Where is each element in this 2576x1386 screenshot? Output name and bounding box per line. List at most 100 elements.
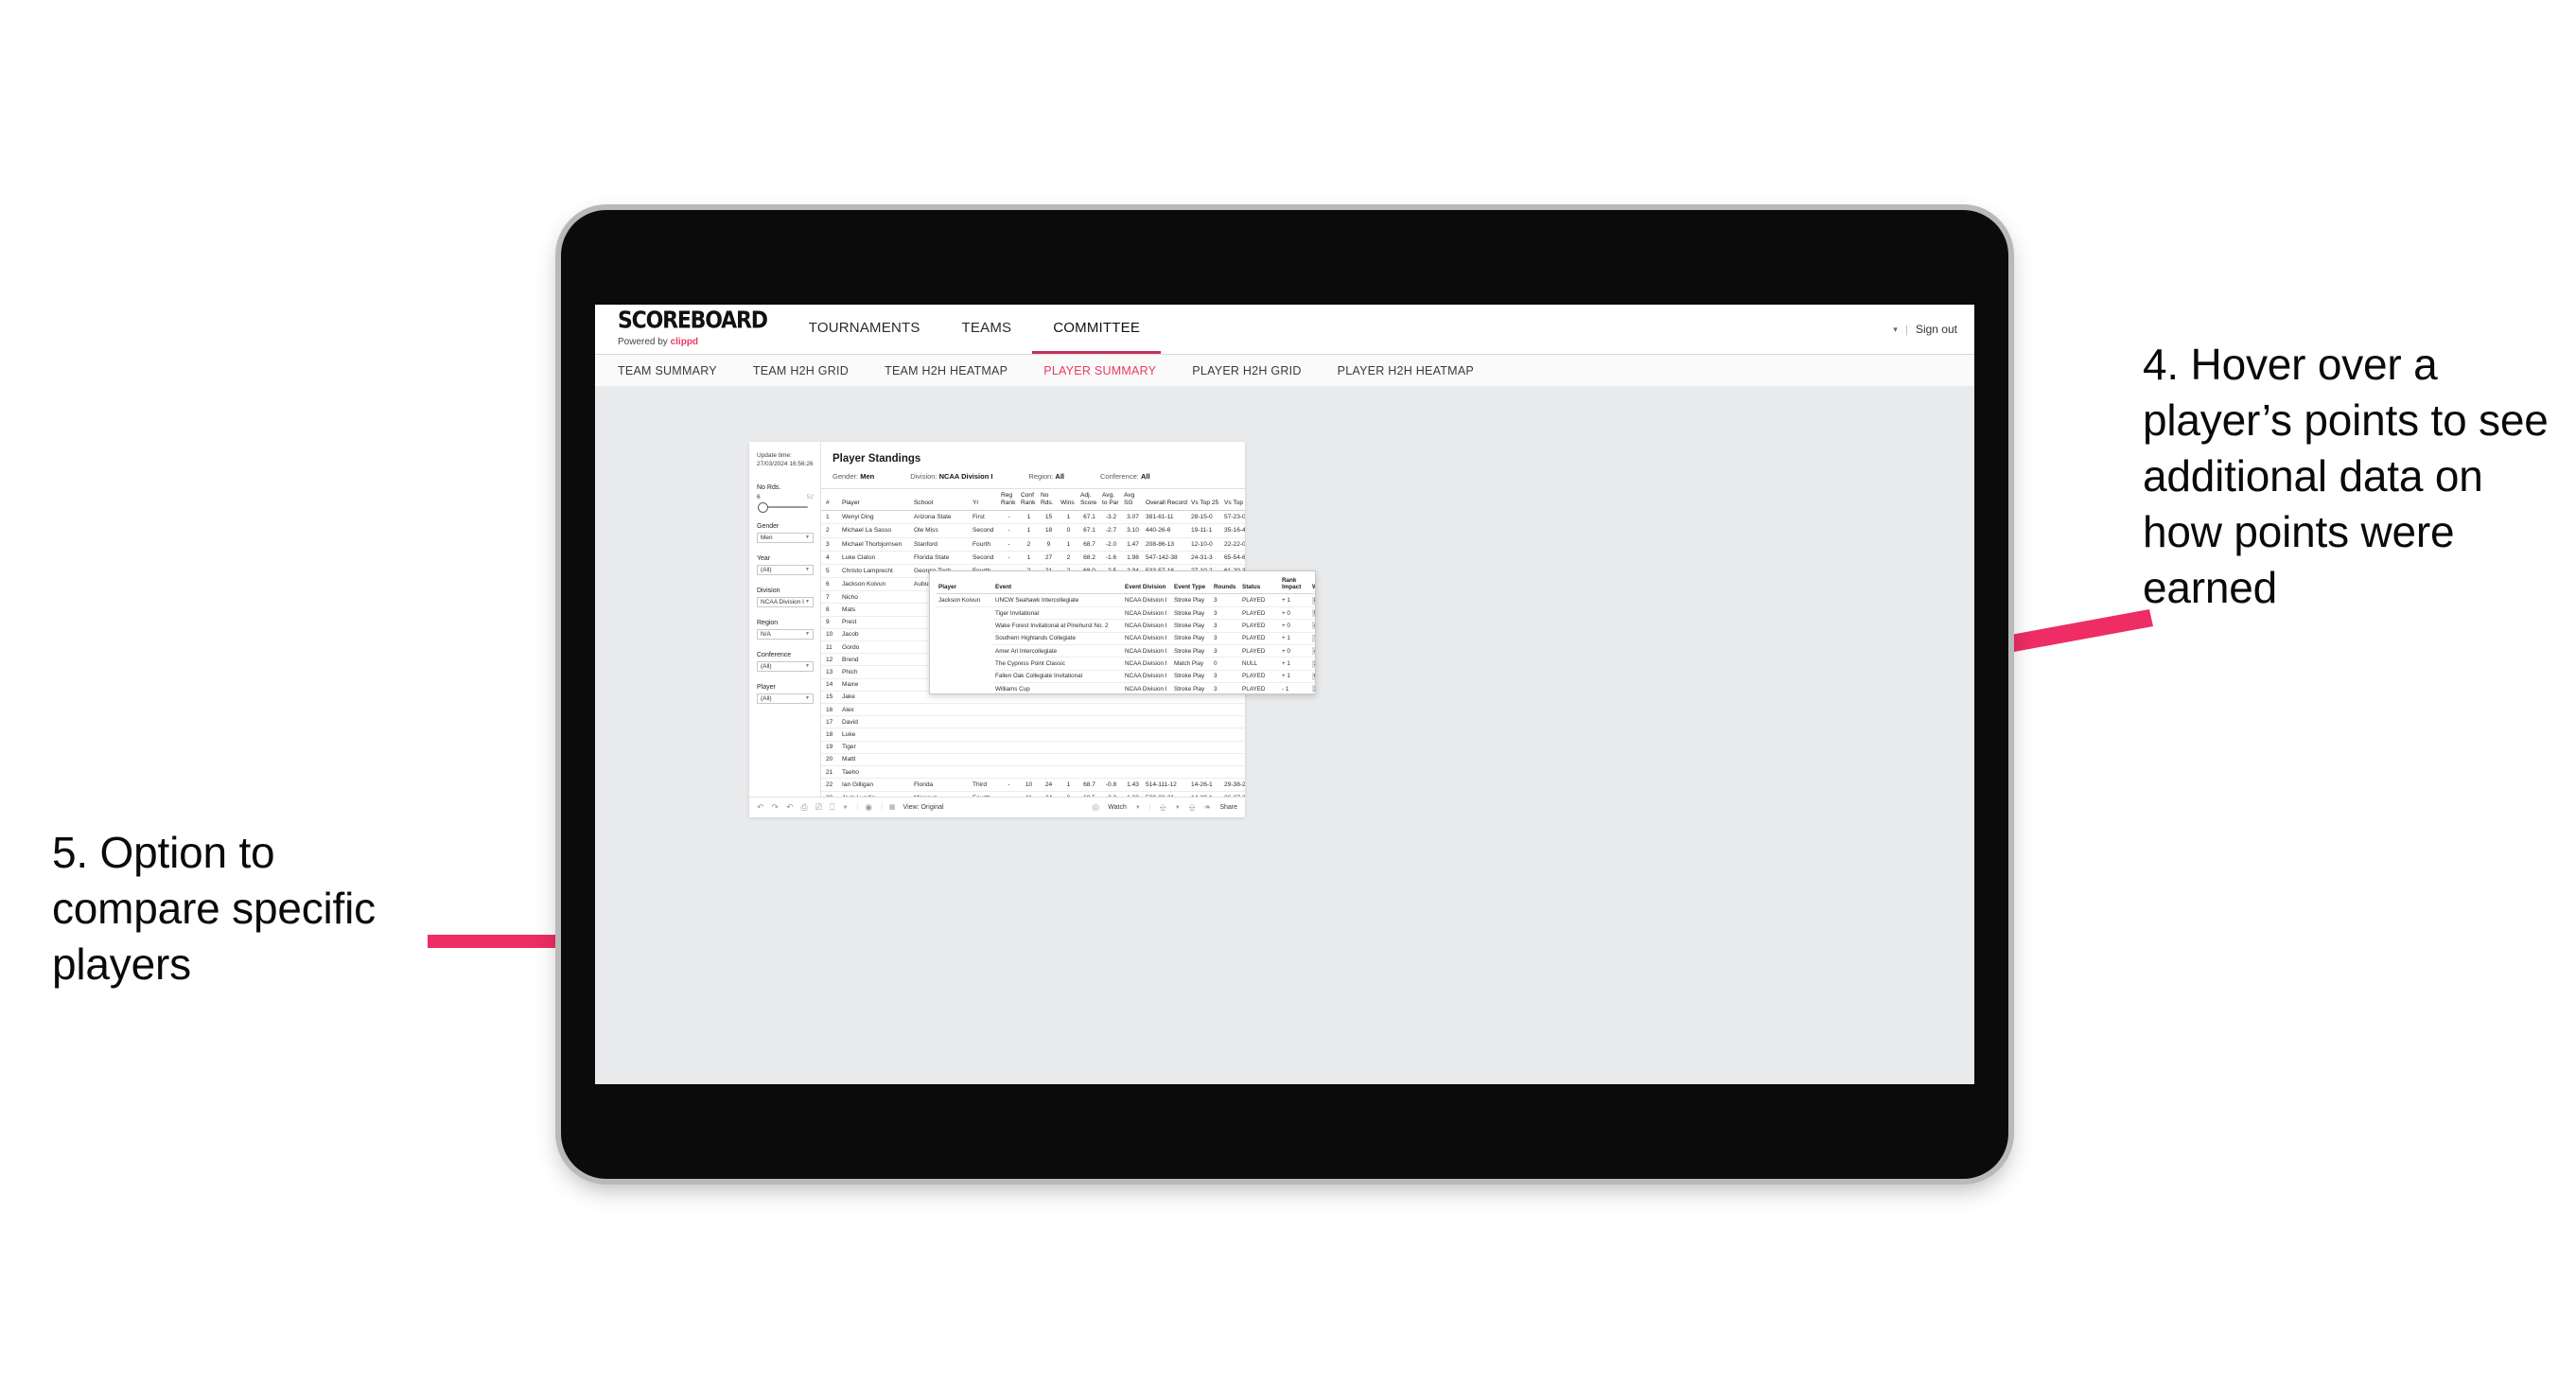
- table-row[interactable]: 2 Michael La Sasso Ole Miss Second -1 18 0 67.1…: [821, 523, 1245, 538]
- standings-col-reg-rank[interactable]: Reg Rank: [999, 489, 1019, 512]
- watch-label[interactable]: Watch: [1108, 804, 1127, 811]
- tooltip-points-value: 73.23: [1312, 634, 1315, 642]
- table-row[interactable]: 22 Ian Gilligan Florida Third -10 24 1 68.7 -0.8…: [821, 778, 1245, 793]
- standings-col-overall-record[interactable]: Overall Record: [1144, 489, 1189, 512]
- summary-region: Region: All: [1028, 472, 1064, 481]
- share-label[interactable]: Share: [1219, 804, 1237, 811]
- chevron-down-icon[interactable]: ▼: [842, 805, 848, 811]
- view-icon[interactable]: ▦: [889, 804, 896, 811]
- tooltip-cell-player: [937, 670, 993, 682]
- undo-icon[interactable]: ↶: [757, 803, 764, 812]
- tooltip-row: Southern Highlands Collegiate NCAA Divisi…: [937, 632, 1315, 645]
- tooltip-cell-event: Wake Forest Invitational at Pinehurst No…: [993, 619, 1123, 633]
- refresh-data-icon[interactable]: ⎙: [801, 803, 808, 812]
- standings-col-yr[interactable]: Yr: [971, 489, 999, 512]
- table-row[interactable]: 23Jack LundinMissouriFourth-1124068.5-2.…: [821, 791, 1245, 797]
- brand-logo[interactable]: SCOREBOARD Powered by clippd: [595, 305, 788, 354]
- table-row[interactable]: 1 Wenyi Ding Arizona State First -1 15 1 67.1 -3…: [821, 510, 1245, 525]
- no-rounds-slider[interactable]: [757, 501, 814, 513]
- filter-no-rounds-label: No Rds.: [757, 483, 781, 491]
- share-icon[interactable]: ❧: [1204, 803, 1212, 812]
- slider-knob[interactable]: [758, 501, 768, 513]
- toolbar-divider-2: |: [881, 804, 883, 811]
- fullscreen-icon[interactable]: ⎒: [1189, 803, 1196, 812]
- sign-out-link[interactable]: Sign out: [1916, 323, 1957, 336]
- standings-col-vs-top-50[interactable]: Vs Top 50: [1222, 489, 1245, 512]
- standings-col-adj-score[interactable]: Adj. Score: [1078, 489, 1100, 512]
- cell-par: [1100, 753, 1122, 766]
- revert-icon[interactable]: ↶: [786, 803, 794, 812]
- pause-updates-icon[interactable]: ⎚: [815, 803, 822, 812]
- tooltip-cell-status: PLAYED: [1240, 670, 1280, 684]
- table-row[interactable]: 3 Michael Thorbjornsen Stanford Fourth -2 9 1 6…: [821, 537, 1245, 552]
- tooltip-row: The Cypress Point Classic NCAA Division I…: [937, 657, 1315, 671]
- standings-col-[interactable]: #: [821, 489, 840, 512]
- tooltip-row: Amer Ari Intercollegiate NCAA Division IS…: [937, 644, 1315, 658]
- redo-icon[interactable]: ↷: [772, 803, 780, 812]
- subnav-item-player-summary[interactable]: PLAYER SUMMARY: [1043, 364, 1175, 377]
- table-row[interactable]: 20 Mattl: [821, 753, 1245, 766]
- topnav-item-tournaments[interactable]: TOURNAMENTS: [788, 305, 941, 354]
- standings-col-conf-rank[interactable]: Conf Rank: [1019, 489, 1039, 512]
- viz-canvas-area: Update time: 27/03/2024 16:56:26 No Rds.…: [595, 386, 1974, 1084]
- cell-idx: 23: [821, 791, 840, 797]
- tooltip-col-event: Event: [993, 576, 1123, 595]
- tooltip-cell-division: NCAA Division I: [1123, 632, 1172, 645]
- cell-yr: [971, 765, 999, 780]
- standings-col-avg-sg[interactable]: Avg SG: [1122, 489, 1144, 512]
- player-select[interactable]: (All) ▼: [757, 693, 814, 704]
- chevron-down-icon[interactable]: ▼: [1135, 805, 1141, 811]
- tooltip-cell-status: PLAYED: [1240, 606, 1280, 621]
- cell-yr: Second: [971, 523, 999, 538]
- cell-idx: 6: [821, 577, 840, 592]
- watch-icon[interactable]: ◎: [1092, 803, 1099, 812]
- cell-conf: 11: [1019, 791, 1039, 797]
- topnav-item-teams[interactable]: TEAMS: [941, 305, 1033, 354]
- standings-col-vs-top-25[interactable]: Vs Top 25: [1189, 489, 1222, 512]
- cell-rds: 24: [1039, 778, 1059, 793]
- tooltip-points-value: 20.47: [1312, 685, 1315, 693]
- subnav-item-player-h2h-heatmap[interactable]: PLAYER H2H HEATMAP: [1338, 364, 1493, 377]
- tooltip-cell-status: PLAYED: [1240, 682, 1280, 693]
- download-icon[interactable]: ⎒: [1160, 803, 1166, 812]
- table-row[interactable]: 19 Tiger: [821, 741, 1245, 754]
- cell-reg: [999, 765, 1019, 780]
- table-row[interactable]: 17 David: [821, 715, 1245, 729]
- table-row[interactable]: 18 Luke: [821, 728, 1245, 742]
- chevron-down-icon[interactable]: ▾: [1893, 325, 1898, 335]
- subnav-item-team-summary[interactable]: TEAM SUMMARY: [618, 364, 736, 377]
- highlight-icon[interactable]: ◉: [865, 803, 872, 812]
- table-row[interactable]: 21 Taeho: [821, 765, 1245, 780]
- topnav-item-committee[interactable]: COMMITTEE: [1032, 305, 1162, 354]
- year-select[interactable]: (All) ▼: [757, 564, 814, 575]
- gender-select[interactable]: Men ▼: [757, 532, 814, 543]
- cell-yr: [971, 753, 999, 766]
- subnav-item-team-h2h-heatmap[interactable]: TEAM H2H HEATMAP: [885, 364, 1026, 377]
- subnav-item-team-h2h-grid[interactable]: TEAM H2H GRID: [753, 364, 867, 377]
- cell-player: Jackson Koivun: [840, 577, 912, 592]
- standings-col-wins[interactable]: Wins: [1059, 489, 1078, 512]
- subnav-item-player-h2h-grid[interactable]: PLAYER H2H GRID: [1192, 364, 1320, 377]
- standings-col-no-rds[interactable]: No Rds.: [1039, 489, 1059, 512]
- chevron-down-icon[interactable]: ▼: [1175, 805, 1181, 811]
- cell-player: Alex: [840, 703, 912, 717]
- standings-col-player[interactable]: Player: [840, 489, 912, 512]
- region-select[interactable]: N/A ▼: [757, 628, 814, 640]
- player-select-value: (All): [761, 694, 772, 702]
- conference-select[interactable]: (All) ▼: [757, 660, 814, 672]
- tooltip-cell-player: [937, 620, 993, 632]
- cell-idx: 9: [821, 616, 840, 629]
- cell-yr: Fourth: [971, 537, 999, 552]
- tooltip-cell-division: NCAA Division I: [1123, 682, 1172, 693]
- cell-t50: 29-38-2: [1222, 778, 1245, 793]
- standings-col-school[interactable]: School: [912, 489, 971, 512]
- device-layout-icon[interactable]: ⎕: [830, 803, 834, 812]
- division-select[interactable]: NCAA Division I ▼: [757, 596, 814, 607]
- standings-col-avg-to-par[interactable]: Avg. to Par: [1100, 489, 1122, 512]
- cell-player: Taeho: [840, 765, 912, 780]
- view-original-label[interactable]: View: Original: [903, 804, 944, 811]
- table-row[interactable]: 16 Alex: [821, 703, 1245, 717]
- table-row[interactable]: 4 Luke Claton Florida State Second -1 27 2 68.2…: [821, 551, 1245, 565]
- filter-panel: Update time: 27/03/2024 16:56:26 No Rds.…: [749, 442, 821, 797]
- cell-rec: [1144, 753, 1189, 766]
